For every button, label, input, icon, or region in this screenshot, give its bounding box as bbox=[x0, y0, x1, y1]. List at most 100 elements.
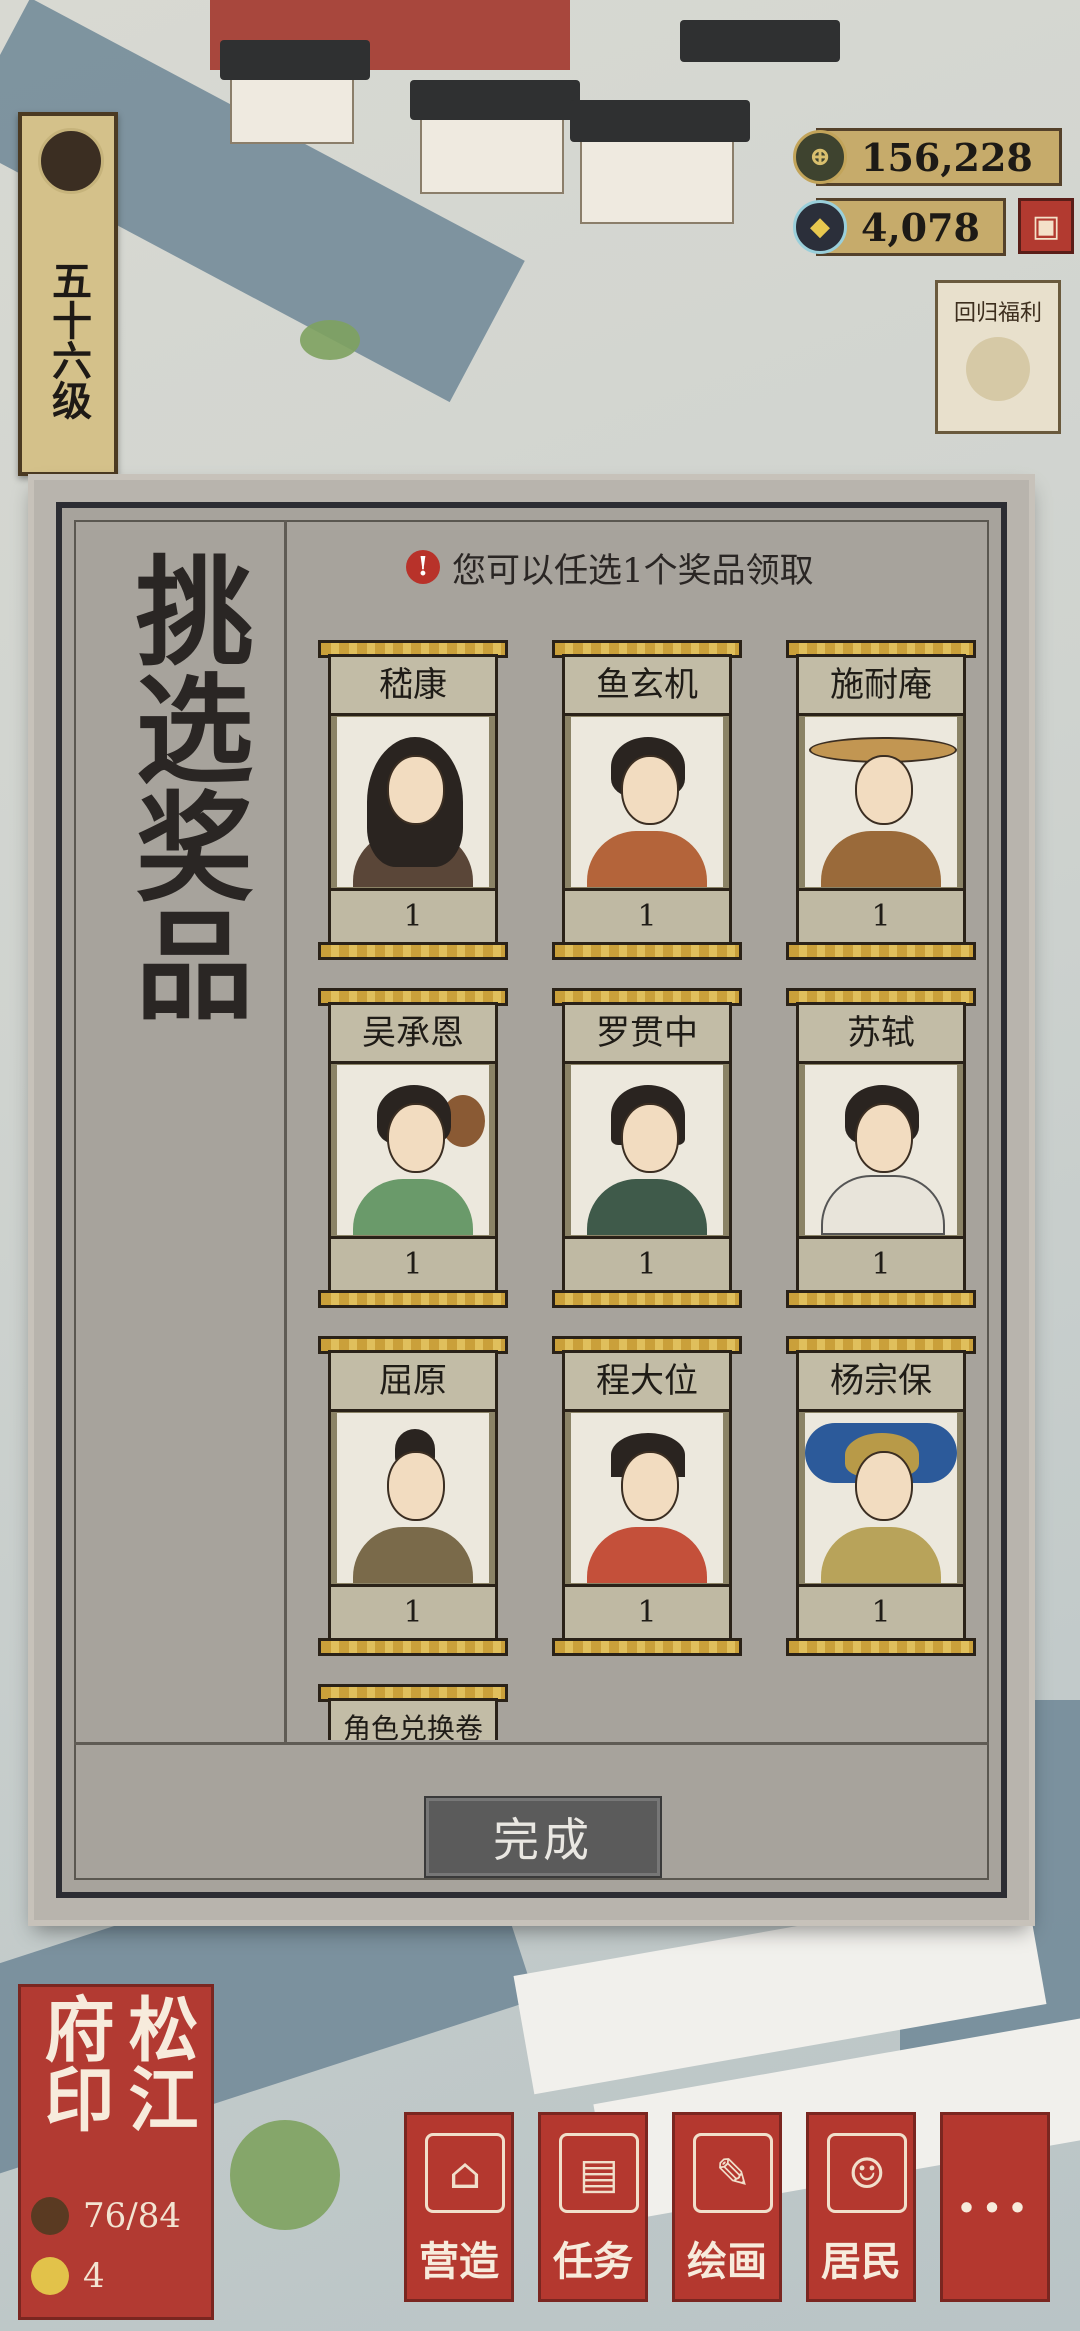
done-button[interactable]: 完成 bbox=[424, 1796, 662, 1878]
selection-hint: ! 您可以任选1个奖品领取 bbox=[406, 542, 814, 592]
reward-dialog: 挑选奖品 ! 您可以任选1个奖品领取 嵇康 1 鱼玄机 1 施耐庵 1 吴承恩 … bbox=[34, 480, 1029, 1920]
population-value: 76/84 bbox=[83, 2196, 181, 2236]
card-body: 程大位 1 bbox=[562, 1350, 732, 1642]
reward-name: 程大位 bbox=[565, 1353, 729, 1412]
portrait-image bbox=[337, 1413, 489, 1583]
portrait-robe bbox=[353, 1527, 473, 1583]
jade-amount: 4,078 bbox=[861, 204, 980, 250]
jade-counter[interactable]: ◆ 4,078 bbox=[793, 198, 1006, 256]
reward-name: 角色兑换卷 bbox=[331, 1701, 495, 1740]
nav-label: 绘画 bbox=[687, 2238, 767, 2285]
portrait-robe bbox=[821, 831, 941, 887]
card-scroll-bar bbox=[552, 1638, 742, 1656]
divider bbox=[284, 520, 287, 1742]
portrait-image bbox=[805, 717, 957, 887]
portrait-face bbox=[387, 1103, 445, 1173]
card-scroll-bar bbox=[552, 942, 742, 960]
divider bbox=[74, 1742, 989, 1745]
coin-icon: ⊕ bbox=[793, 130, 847, 184]
reward-quantity: 1 bbox=[565, 1584, 729, 1639]
level-plaque[interactable]: 五十六级 bbox=[18, 112, 118, 476]
reward-card[interactable]: 罗贯中 1 bbox=[552, 988, 742, 1308]
brush-emblem-icon bbox=[38, 128, 104, 194]
portrait-armor bbox=[821, 1527, 941, 1583]
welfare-label: 回归福利 bbox=[953, 301, 1042, 326]
reward-card[interactable]: 角色兑换卷 bbox=[318, 1684, 508, 1740]
card-scroll-bar bbox=[552, 1290, 742, 1308]
reward-name: 杨宗保 bbox=[799, 1353, 963, 1412]
card-body: 吴承恩 1 bbox=[328, 1002, 498, 1294]
building bbox=[410, 80, 580, 120]
prefecture-seal[interactable]: 松江府印 76/84 4 bbox=[18, 1984, 214, 2320]
reward-name: 鱼玄机 bbox=[565, 657, 729, 716]
card-scroll-bar bbox=[786, 1638, 976, 1656]
portrait-image bbox=[571, 1413, 723, 1583]
reward-card[interactable]: 程大位 1 bbox=[552, 1336, 742, 1656]
reward-quantity: 1 bbox=[331, 888, 495, 943]
portrait-image bbox=[337, 717, 489, 887]
reward-card[interactable]: 杨宗保 1 bbox=[786, 1336, 976, 1656]
nav-build-button[interactable]: ⌂ 营造 bbox=[404, 2112, 514, 2302]
reward-card[interactable]: 苏轼 1 bbox=[786, 988, 976, 1308]
portrait-robe bbox=[821, 1175, 945, 1235]
nav-resident-button[interactable]: ☺ 居民 bbox=[806, 2112, 916, 2302]
reward-card[interactable]: 屈原 1 bbox=[318, 1336, 508, 1656]
portrait-face bbox=[855, 1103, 913, 1173]
reward-grid: 嵇康 1 鱼玄机 1 施耐庵 1 吴承恩 1 罗贯中 1 苏轼 1 屈原 1 程… bbox=[318, 640, 978, 1740]
card-body: 鱼玄机 1 bbox=[562, 654, 732, 946]
nav-label: 任务 bbox=[553, 2238, 633, 2285]
portrait-robe bbox=[353, 1179, 473, 1235]
card-body: 苏轼 1 bbox=[796, 1002, 966, 1294]
portrait-face bbox=[621, 1451, 679, 1521]
gift-icon: ▣ bbox=[1031, 208, 1061, 244]
reward-name: 施耐庵 bbox=[799, 657, 963, 716]
portrait-robe bbox=[587, 831, 707, 887]
resident-icon bbox=[31, 2197, 69, 2235]
building bbox=[220, 40, 370, 80]
population-row: 76/84 bbox=[31, 2191, 201, 2241]
reward-name: 苏轼 bbox=[799, 1005, 963, 1064]
nav-paint-button[interactable]: ✎ 绘画 bbox=[672, 2112, 782, 2302]
portrait-face bbox=[387, 755, 445, 825]
money-bag-icon bbox=[966, 337, 1030, 401]
card-scroll-bar bbox=[318, 1290, 508, 1308]
alert-icon: ! bbox=[406, 550, 440, 584]
scroll-icon: ✎ bbox=[693, 2133, 773, 2213]
coin-counter[interactable]: ⊕ 156,228 bbox=[793, 128, 1062, 186]
reward-quantity: 1 bbox=[331, 1236, 495, 1291]
card-body: 嵇康 1 bbox=[328, 654, 498, 946]
gift-button[interactable]: ▣ bbox=[1018, 198, 1074, 254]
coin-amount: 156,228 bbox=[861, 134, 1033, 180]
reward-quantity: 1 bbox=[799, 1584, 963, 1639]
nav-more-button[interactable]: ··· bbox=[940, 2112, 1050, 2302]
willow-tree bbox=[230, 2120, 340, 2230]
resident-icon: ☺ bbox=[827, 2133, 907, 2213]
reward-card[interactable]: 嵇康 1 bbox=[318, 640, 508, 960]
nav-label: 营造 bbox=[419, 2238, 499, 2285]
welfare-banner[interactable]: 回归福利 bbox=[935, 280, 1061, 434]
reward-card[interactable]: 施耐庵 1 bbox=[786, 640, 976, 960]
portrait-face bbox=[621, 755, 679, 825]
reward-name: 罗贯中 bbox=[565, 1005, 729, 1064]
building bbox=[570, 100, 750, 142]
nav-task-button[interactable]: ▤ 任务 bbox=[538, 2112, 648, 2302]
card-body: 角色兑换卷 bbox=[328, 1698, 498, 1740]
card-body: 罗贯中 1 bbox=[562, 1002, 732, 1294]
reward-quantity: 1 bbox=[331, 1584, 495, 1639]
portrait-image bbox=[571, 1065, 723, 1235]
card-scroll-bar bbox=[786, 942, 976, 960]
reward-quantity: 1 bbox=[799, 888, 963, 943]
reward-card[interactable]: 鱼玄机 1 bbox=[552, 640, 742, 960]
more-icon: ··· bbox=[956, 2175, 1034, 2241]
portrait-robe bbox=[587, 1179, 707, 1235]
dialog-title: 挑选奖品 bbox=[115, 550, 254, 1022]
portrait-face bbox=[621, 1103, 679, 1173]
tree bbox=[300, 320, 360, 360]
reward-card[interactable]: 吴承恩 1 bbox=[318, 988, 508, 1308]
level-label: 五十六级 bbox=[45, 260, 92, 420]
building-icon: ⌂ bbox=[425, 2133, 505, 2213]
task-book-icon: ▤ bbox=[559, 2133, 639, 2213]
portrait-image bbox=[337, 1065, 489, 1235]
happiness-value: 4 bbox=[83, 2256, 105, 2296]
portrait-face bbox=[855, 755, 913, 825]
